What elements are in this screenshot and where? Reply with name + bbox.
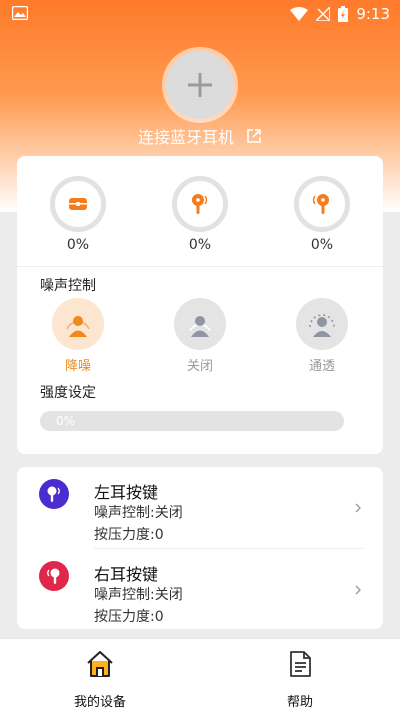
mode-circle bbox=[296, 298, 348, 350]
external-link-icon bbox=[247, 129, 261, 143]
key-title: 右耳按键 bbox=[94, 565, 159, 584]
mode-transparency[interactable]: 通透 bbox=[292, 298, 352, 374]
noise-cancel-person-icon bbox=[66, 316, 90, 337]
tab-label: 帮助 bbox=[286, 695, 313, 710]
mode-noise-cancel[interactable]: 降噪 bbox=[48, 298, 108, 374]
mode-off[interactable]: 关闭 bbox=[170, 298, 230, 374]
battery-left: 0% bbox=[170, 176, 230, 256]
tab-my-devices[interactable]: 我的设备 bbox=[0, 639, 200, 711]
image-notification-icon bbox=[12, 6, 28, 20]
right-key-row[interactable]: 右耳按键 噪声控制:关闭 按压力度:0 bbox=[17, 549, 383, 630]
key-noise-line: 噪声控制:关闭 bbox=[94, 505, 183, 521]
key-settings-card: 左耳按键 噪声控制:关闭 按压力度:0 右耳按键 噪声控制:关闭 按压力度:0 bbox=[17, 467, 383, 629]
add-device-button[interactable] bbox=[166, 51, 234, 119]
mode-label: 通透 bbox=[308, 359, 335, 374]
transparency-person-icon bbox=[309, 314, 335, 337]
noise-control-title: 噪声控制 bbox=[40, 278, 96, 294]
connect-bluetooth-link[interactable]: 连接蓝牙耳机 bbox=[0, 123, 400, 149]
mode-circle bbox=[52, 298, 104, 350]
battery-ring bbox=[50, 176, 106, 232]
left-earbud-icon bbox=[47, 486, 60, 502]
left-earbud-icon bbox=[192, 194, 208, 214]
no-signal-icon bbox=[316, 7, 331, 21]
battery-right: 0% bbox=[292, 176, 352, 256]
key-pressure-line: 按压力度:0 bbox=[94, 609, 164, 625]
battery-charging-icon bbox=[338, 6, 349, 22]
earbud-case-icon bbox=[69, 198, 87, 210]
left-key-row[interactable]: 左耳按键 噪声控制:关闭 按压力度:0 bbox=[17, 467, 383, 549]
battery-percent: 0% bbox=[310, 237, 334, 253]
left-key-icon bbox=[39, 479, 69, 509]
intensity-slider[interactable]: 0% bbox=[40, 411, 344, 431]
key-noise-line: 噪声控制:关闭 bbox=[94, 587, 183, 603]
wifi-icon bbox=[290, 7, 309, 21]
battery-case: 0% bbox=[48, 176, 108, 256]
mode-label: 关闭 bbox=[186, 359, 213, 374]
mode-label: 降噪 bbox=[64, 359, 91, 374]
intensity-value: 0% bbox=[56, 414, 76, 428]
status-time: 9:13 bbox=[356, 5, 390, 23]
plus-icon bbox=[188, 73, 212, 97]
mode-circle bbox=[174, 298, 226, 350]
key-title: 左耳按键 bbox=[94, 483, 159, 502]
battery-percent: 0% bbox=[66, 237, 90, 253]
right-earbud-icon bbox=[47, 568, 60, 584]
home-icon bbox=[87, 651, 113, 677]
right-earbud-icon bbox=[312, 194, 329, 214]
divider bbox=[17, 266, 383, 267]
tab-help[interactable]: 帮助 bbox=[200, 639, 400, 711]
chevron-right-icon bbox=[355, 503, 361, 513]
document-icon bbox=[290, 651, 311, 677]
chevron-right-icon bbox=[355, 585, 361, 595]
battery-percent: 0% bbox=[188, 237, 212, 253]
battery-ring bbox=[172, 176, 228, 232]
key-pressure-line: 按压力度:0 bbox=[94, 527, 164, 543]
battery-ring bbox=[294, 176, 350, 232]
person-icon bbox=[189, 316, 211, 337]
intensity-title: 强度设定 bbox=[40, 385, 96, 401]
right-key-icon bbox=[39, 561, 69, 591]
bottom-tab-bar: 我的设备 帮助 bbox=[0, 638, 400, 711]
status-bar: 9:13 bbox=[0, 0, 400, 28]
connect-label: 连接蓝牙耳机 bbox=[137, 128, 234, 147]
tab-label: 我的设备 bbox=[73, 695, 126, 710]
device-status-card: 0% 0% 0% 噪声控制 降噪 关闭 通透 强度设定 0% bbox=[17, 156, 383, 454]
